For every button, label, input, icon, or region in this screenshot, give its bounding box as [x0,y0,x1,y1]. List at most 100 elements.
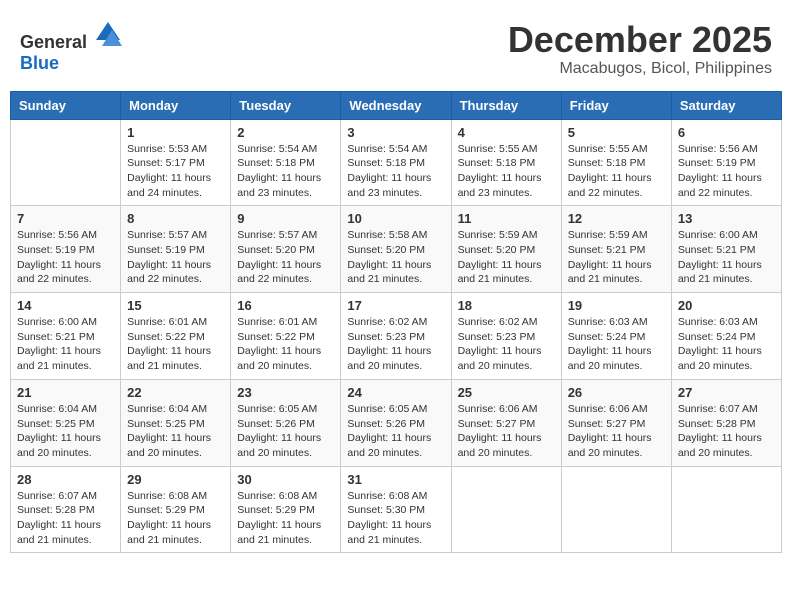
day-number: 10 [347,211,444,226]
calendar-cell: 18 Sunrise: 6:02 AM Sunset: 5:23 PM Dayli… [451,293,561,380]
title-area: December 2025 Macabugos, Bicol, Philippi… [508,20,772,78]
day-info: Sunrise: 6:04 AM Sunset: 5:25 PM Dayligh… [17,402,114,461]
day-number: 28 [17,472,114,487]
day-info: Sunrise: 6:00 AM Sunset: 5:21 PM Dayligh… [678,228,775,287]
week-row-3: 14Sunrise: 6:00 AM Sunset: 5:21 PM Dayli… [11,293,782,380]
day-number: 12 [568,211,665,226]
day-info: Sunrise: 5:57 AM Sunset: 5:19 PM Dayligh… [127,228,224,287]
calendar-cell: 15Sunrise: 6:01 AM Sunset: 5:22 PM Dayli… [121,293,231,380]
weekday-header-friday: Friday [561,91,671,119]
calendar-cell: 23 Sunrise: 6:05 AM Sunset: 5:26 PM Dayli… [231,379,341,466]
month-title: December 2025 [508,20,772,60]
calendar-cell: 28 Sunrise: 6:07 AM Sunset: 5:28 PM Dayli… [11,466,121,553]
day-number: 5 [568,125,665,140]
day-info: Sunrise: 5:54 AM Sunset: 5:18 PM Dayligh… [347,142,444,201]
day-info: Sunrise: 6:08 AM Sunset: 5:29 PM Dayligh… [237,489,334,548]
calendar-cell: 21 Sunrise: 6:04 AM Sunset: 5:25 PM Dayli… [11,379,121,466]
day-number: 24 [347,385,444,400]
week-row-2: 7 Sunrise: 5:56 AM Sunset: 5:19 PM Daylig… [11,206,782,293]
calendar-cell: 13 Sunrise: 6:00 AM Sunset: 5:21 PM Dayli… [671,206,781,293]
calendar-cell: 17 Sunrise: 6:02 AM Sunset: 5:23 PM Dayli… [341,293,451,380]
day-info: Sunrise: 6:06 AM Sunset: 5:27 PM Dayligh… [458,402,555,461]
day-number: 21 [17,385,114,400]
location-subtitle: Macabugos, Bicol, Philippines [508,60,772,78]
day-number: 7 [17,211,114,226]
day-number: 14 [17,298,114,313]
day-info: Sunrise: 6:08 AM Sunset: 5:29 PM Dayligh… [127,489,224,548]
day-info: Sunrise: 6:06 AM Sunset: 5:27 PM Dayligh… [568,402,665,461]
logo: General Blue [20,20,122,74]
calendar-cell: 31 Sunrise: 6:08 AM Sunset: 5:30 PM Dayli… [341,466,451,553]
weekday-header-sunday: Sunday [11,91,121,119]
day-number: 3 [347,125,444,140]
header: General Blue December 2025 Macabugos, Bi… [10,10,782,83]
day-info: Sunrise: 6:03 AM Sunset: 5:24 PM Dayligh… [568,315,665,374]
logo-blue: Blue [20,53,59,73]
day-info: Sunrise: 5:59 AM Sunset: 5:20 PM Dayligh… [458,228,555,287]
day-number: 15 [127,298,224,313]
calendar-cell: 9 Sunrise: 5:57 AM Sunset: 5:20 PM Daylig… [231,206,341,293]
weekday-header-thursday: Thursday [451,91,561,119]
logo-general: General [20,32,87,52]
calendar-cell: 10 Sunrise: 5:58 AM Sunset: 5:20 PM Dayli… [341,206,451,293]
calendar-cell: 7 Sunrise: 5:56 AM Sunset: 5:19 PM Daylig… [11,206,121,293]
calendar-cell: 19Sunrise: 6:03 AM Sunset: 5:24 PM Dayli… [561,293,671,380]
day-number: 2 [237,125,334,140]
day-number: 23 [237,385,334,400]
day-number: 20 [678,298,775,313]
day-info: Sunrise: 6:02 AM Sunset: 5:23 PM Dayligh… [458,315,555,374]
calendar-cell: 5 Sunrise: 5:55 AM Sunset: 5:18 PM Daylig… [561,119,671,206]
day-info: Sunrise: 5:53 AM Sunset: 5:17 PM Dayligh… [127,142,224,201]
day-info: Sunrise: 5:56 AM Sunset: 5:19 PM Dayligh… [17,228,114,287]
day-number: 25 [458,385,555,400]
day-info: Sunrise: 5:55 AM Sunset: 5:18 PM Dayligh… [458,142,555,201]
day-info: Sunrise: 6:05 AM Sunset: 5:26 PM Dayligh… [237,402,334,461]
calendar-cell: 29 Sunrise: 6:08 AM Sunset: 5:29 PM Dayli… [121,466,231,553]
day-number: 18 [458,298,555,313]
day-info: Sunrise: 6:07 AM Sunset: 5:28 PM Dayligh… [678,402,775,461]
day-info: Sunrise: 6:05 AM Sunset: 5:26 PM Dayligh… [347,402,444,461]
day-number: 8 [127,211,224,226]
day-info: Sunrise: 6:02 AM Sunset: 5:23 PM Dayligh… [347,315,444,374]
calendar-cell: 4 Sunrise: 5:55 AM Sunset: 5:18 PM Daylig… [451,119,561,206]
day-info: Sunrise: 6:01 AM Sunset: 5:22 PM Dayligh… [237,315,334,374]
day-number: 13 [678,211,775,226]
day-number: 4 [458,125,555,140]
day-number: 22 [127,385,224,400]
calendar-cell [561,466,671,553]
day-info: Sunrise: 6:03 AM Sunset: 5:24 PM Dayligh… [678,315,775,374]
day-info: Sunrise: 6:07 AM Sunset: 5:28 PM Dayligh… [17,489,114,548]
calendar-cell [671,466,781,553]
week-row-4: 21 Sunrise: 6:04 AM Sunset: 5:25 PM Dayli… [11,379,782,466]
weekday-header-wednesday: Wednesday [341,91,451,119]
day-info: Sunrise: 6:04 AM Sunset: 5:25 PM Dayligh… [127,402,224,461]
calendar-cell: 22 Sunrise: 6:04 AM Sunset: 5:25 PM Dayli… [121,379,231,466]
day-info: Sunrise: 5:58 AM Sunset: 5:20 PM Dayligh… [347,228,444,287]
weekday-header-monday: Monday [121,91,231,119]
day-number: 16 [237,298,334,313]
day-number: 31 [347,472,444,487]
week-row-5: 28 Sunrise: 6:07 AM Sunset: 5:28 PM Dayli… [11,466,782,553]
weekday-header-tuesday: Tuesday [231,91,341,119]
day-number: 17 [347,298,444,313]
calendar-cell: 3 Sunrise: 5:54 AM Sunset: 5:18 PM Daylig… [341,119,451,206]
calendar-cell: 6Sunrise: 5:56 AM Sunset: 5:19 PM Daylig… [671,119,781,206]
calendar-cell: 25 Sunrise: 6:06 AM Sunset: 5:27 PM Dayli… [451,379,561,466]
calendar-cell: 1 Sunrise: 5:53 AM Sunset: 5:17 PM Daylig… [121,119,231,206]
calendar-cell [451,466,561,553]
day-number: 29 [127,472,224,487]
calendar-cell: 12Sunrise: 5:59 AM Sunset: 5:21 PM Dayli… [561,206,671,293]
calendar-cell: 11Sunrise: 5:59 AM Sunset: 5:20 PM Dayli… [451,206,561,293]
day-number: 6 [678,125,775,140]
calendar-cell: 27 Sunrise: 6:07 AM Sunset: 5:28 PM Dayli… [671,379,781,466]
day-info: Sunrise: 5:54 AM Sunset: 5:18 PM Dayligh… [237,142,334,201]
day-number: 1 [127,125,224,140]
day-info: Sunrise: 5:57 AM Sunset: 5:20 PM Dayligh… [237,228,334,287]
day-info: Sunrise: 5:55 AM Sunset: 5:18 PM Dayligh… [568,142,665,201]
day-number: 26 [568,385,665,400]
day-number: 27 [678,385,775,400]
day-info: Sunrise: 6:08 AM Sunset: 5:30 PM Dayligh… [347,489,444,548]
calendar-cell: 24 Sunrise: 6:05 AM Sunset: 5:26 PM Dayli… [341,379,451,466]
day-number: 9 [237,211,334,226]
calendar-cell: 30Sunrise: 6:08 AM Sunset: 5:29 PM Dayli… [231,466,341,553]
